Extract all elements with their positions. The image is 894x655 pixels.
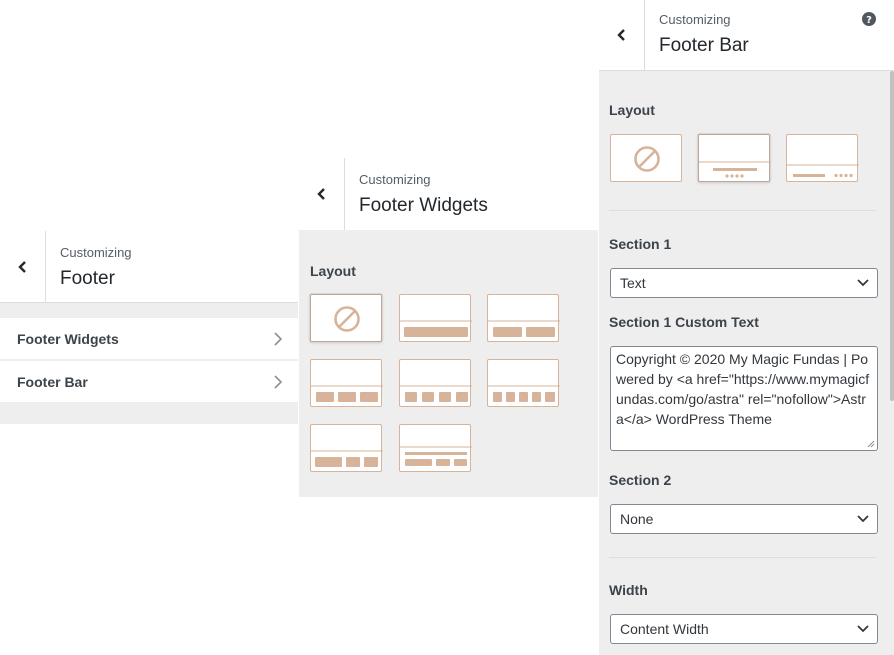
footer-item-footer-widgets[interactable]: Footer Widgets xyxy=(0,318,298,360)
question-circle-icon[interactable]: ? xyxy=(862,12,876,26)
bar-layout-centered[interactable] xyxy=(698,134,771,182)
chevron-down-icon xyxy=(857,279,869,287)
section2-select-value: None xyxy=(620,511,654,527)
divider xyxy=(609,210,876,211)
widgets-header-sub: Customizing xyxy=(359,172,431,187)
bar-header-title: Footer Bar xyxy=(659,35,749,56)
section1-label: Section 1 xyxy=(609,236,672,252)
resize-grip-icon[interactable] xyxy=(867,440,875,448)
widgets-layout-label: Layout xyxy=(310,263,356,279)
custom-text-label: Section 1 Custom Text xyxy=(609,314,759,330)
width-select[interactable]: Content Width xyxy=(610,614,878,644)
layout-3-columns-wide-icon xyxy=(311,450,383,467)
bar-layout-disabled[interactable] xyxy=(610,134,682,182)
bar-panel-header: Customizing Footer Bar ? xyxy=(599,0,894,71)
width-select-value: Content Width xyxy=(620,621,709,637)
svg-text:?: ? xyxy=(866,15,872,26)
section2-select[interactable]: None xyxy=(610,504,878,534)
layout-1-column-icon xyxy=(400,320,472,337)
widgets-layout-1-column[interactable] xyxy=(399,294,472,342)
width-label: Width xyxy=(609,582,648,598)
chevron-left-icon xyxy=(616,29,625,41)
widgets-panel-header: Customizing Footer Widgets xyxy=(299,158,598,230)
widgets-layout-4-columns[interactable] xyxy=(399,359,472,407)
chevron-right-icon xyxy=(274,375,282,389)
layout-5-columns-icon xyxy=(488,385,560,402)
chevron-left-icon xyxy=(17,260,26,273)
footer-panel: Customizing Footer Footer Widgets Footer… xyxy=(0,231,298,424)
layout-split-icon xyxy=(787,164,859,178)
footer-back-button[interactable] xyxy=(0,231,46,302)
section1-select-value: Text xyxy=(620,275,646,291)
layout-2-columns-icon xyxy=(488,320,560,337)
custom-text-textarea[interactable]: Copyright © 2020 My Magic Fundas | Power… xyxy=(610,346,878,451)
widgets-layout-3-columns-wide[interactable] xyxy=(310,424,383,472)
section2-label: Section 2 xyxy=(609,472,672,488)
disabled-icon xyxy=(334,306,360,332)
bar-back-button[interactable] xyxy=(599,0,645,70)
footer-item-label: Footer Bar xyxy=(17,374,88,390)
widgets-layout-mixed[interactable] xyxy=(399,424,472,472)
widgets-layout-5-columns[interactable] xyxy=(487,359,560,407)
chevron-left-icon xyxy=(316,188,325,200)
chevron-down-icon xyxy=(857,625,869,633)
widgets-layout-disabled[interactable] xyxy=(310,294,382,342)
footer-widgets-panel: Customizing Footer Widgets Layout xyxy=(299,158,598,497)
divider xyxy=(609,557,876,558)
footer-header-sub: Customizing xyxy=(60,245,132,260)
chevron-right-icon xyxy=(274,332,282,346)
layout-mixed-icon xyxy=(400,446,472,466)
footer-panel-header: Customizing Footer xyxy=(0,231,298,303)
widgets-back-button[interactable] xyxy=(299,158,345,230)
disabled-icon xyxy=(634,146,660,172)
bar-layout-split[interactable] xyxy=(786,134,859,182)
footer-item-label: Footer Widgets xyxy=(17,331,119,347)
bar-layout-label: Layout xyxy=(609,102,655,118)
widgets-layout-3-columns[interactable] xyxy=(310,359,383,407)
widgets-layout-2-columns[interactable] xyxy=(487,294,560,342)
layout-centered-icon xyxy=(699,161,771,178)
footer-header-title: Footer xyxy=(60,268,115,289)
custom-text-value: Copyright © 2020 My Magic Fundas | Power… xyxy=(616,351,870,427)
section1-select[interactable]: Text xyxy=(610,268,878,298)
bar-header-sub: Customizing xyxy=(659,12,731,27)
widgets-header-title: Footer Widgets xyxy=(359,195,488,216)
layout-3-columns-icon xyxy=(311,385,383,402)
layout-4-columns-icon xyxy=(400,385,472,402)
footer-item-footer-bar[interactable]: Footer Bar xyxy=(0,361,298,403)
chevron-down-icon xyxy=(857,515,869,523)
scrollbar[interactable] xyxy=(890,71,894,401)
